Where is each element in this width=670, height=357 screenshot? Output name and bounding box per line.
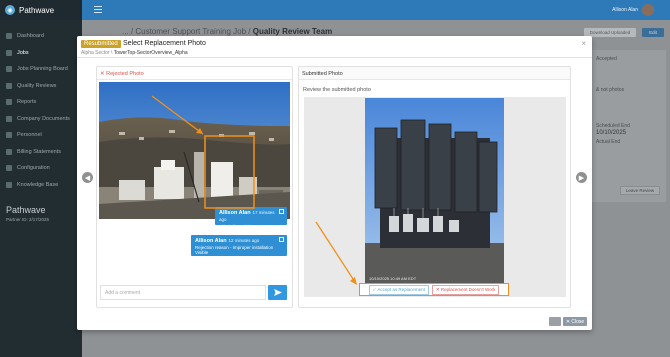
rejected-photo-header: ✕ Rejected Photo (97, 67, 292, 80)
brand[interactable]: ◉ Pathwave (0, 0, 82, 20)
previous-arrow-icon[interactable]: ◀ (82, 172, 93, 183)
actual-end-label: Actual End (596, 139, 621, 145)
comment-author: Allison Alan (195, 238, 227, 244)
hamburger-menu-icon[interactable] (94, 6, 102, 13)
documents-icon (6, 115, 12, 122)
sidebar-item-label: Quality Reviews (17, 82, 57, 89)
rejected-photo[interactable] (99, 82, 290, 219)
replacement-photo-modal: Resubmitted Select Replacement Photo Alp… (77, 36, 592, 330)
modal-title: Select Replacement Photo (123, 40, 206, 47)
sidebar-item-label: Configuration (17, 165, 50, 172)
submitted-photo-header: Submitted Photo (299, 67, 570, 80)
sidebar: ◉ Pathwave Dashboard Jobs Jobs Planning … (0, 0, 82, 357)
leave-review-button[interactable]: Leave Review (620, 186, 660, 195)
edit-icon[interactable] (279, 209, 284, 214)
planning-icon (6, 66, 12, 73)
sidebar-item-reports[interactable]: Reports (0, 94, 82, 111)
comment-time: 12 minutes ago (228, 238, 260, 243)
book-icon (6, 181, 12, 188)
billing-icon (6, 148, 12, 155)
sidebar-footer-title: Pathwave (6, 205, 46, 215)
status-badge: Resubmitted (81, 40, 121, 48)
modal-subtitle-sector: Alpha Sector \ (81, 50, 113, 56)
sidebar-item-label: Billing Statements (17, 148, 62, 155)
close-icon[interactable]: × (581, 39, 586, 48)
sidebar-item-quality-reviews[interactable]: Quality Reviews (0, 78, 82, 95)
edit-icon[interactable] (279, 237, 284, 242)
scheduled-end-date: 10/10/2025 (596, 130, 627, 136)
scheduled-end-label: Scheduled End (596, 123, 630, 129)
sidebar-nav: Dashboard Jobs Jobs Planning Board Quali… (0, 28, 82, 193)
sidebar-item-knowledge-base[interactable]: Knowledge Base (0, 177, 82, 194)
send-button[interactable] (268, 285, 287, 300)
sidebar-footer: Pathwave Partner ID: 2/17/2025 (6, 205, 49, 222)
sidebar-item-label: Jobs Planning Board (17, 66, 68, 73)
submitted-photo[interactable]: 10/10/2025 10:49 AM EDT (365, 98, 504, 284)
personnel-icon (6, 132, 12, 139)
review-instructions: Review the submitted photo (303, 87, 371, 93)
sidebar-item-configuration[interactable]: Configuration (0, 160, 82, 177)
svg-text:10/10/2025 10:49 AM EDT: 10/10/2025 10:49 AM EDT (369, 276, 417, 281)
sidebar-item-label: Reports (17, 99, 37, 106)
comment-author: Allison Alan (219, 210, 251, 216)
sidebar-item-jobs[interactable]: Jobs (0, 45, 82, 62)
modal-subtitle-photo: TowerTop-SectorOverview_Alpha (113, 50, 188, 56)
comment-bubble: Allison Alan 12 minutes ago Rejection re… (191, 235, 287, 256)
submitted-photo-area: 10/10/2025 10:49 AM EDT ✓ Accept as Repl… (304, 97, 566, 297)
sidebar-item-company-documents[interactable]: Company Documents (0, 111, 82, 128)
modal-header: Resubmitted Select Replacement Photo Alp… (77, 36, 592, 58)
brand-name: Pathwave (19, 5, 55, 15)
sidebar-item-jobs-planning-board[interactable]: Jobs Planning Board (0, 61, 82, 78)
comment-bubble: Allison Alan 17 minutes ago This is for … (215, 207, 287, 234)
review-actions: ✓ Accept as Replacement ✕ Replacement Do… (359, 283, 509, 296)
sidebar-item-label: Knowledge Base (17, 181, 59, 188)
sidebar-item-label: Dashboard (17, 33, 44, 40)
sidebar-item-label: Jobs (17, 49, 29, 56)
modal-subtitle: Alpha Sector \ TowerTop-SectorOverview_A… (81, 50, 188, 56)
sidebar-footer-version: Partner ID: 2/17/2025 (6, 217, 50, 222)
sidebar-item-personnel[interactable]: Personnel (0, 127, 82, 144)
minimize-button[interactable] (549, 317, 561, 326)
top-bar: Allison Alan (82, 0, 670, 20)
comment-text: Rejection reason - Improper installation… (195, 245, 274, 255)
dashboard-icon (6, 33, 12, 40)
jobs-icon (6, 49, 12, 56)
gear-icon (6, 165, 12, 172)
user-menu[interactable]: Allison Alan (612, 4, 654, 16)
sidebar-item-billing-statements[interactable]: Billing Statements (0, 144, 82, 161)
quality-icon (6, 82, 12, 89)
next-arrow-icon[interactable]: ▶ (576, 172, 587, 183)
breadcrumb-current: Quality Review Team (252, 27, 333, 36)
submitted-photo-card: Submitted Photo Review the submitted pho… (298, 66, 571, 308)
comment-input[interactable]: Add a comment (100, 285, 266, 300)
avatar (642, 4, 654, 16)
replacement-doesnt-work-button[interactable]: ✕ Replacement Doesn't Work (431, 284, 500, 295)
send-icon (273, 289, 282, 296)
reports-icon (6, 99, 12, 106)
pathwave-logo-icon: ◉ (5, 5, 15, 15)
close-button[interactable]: ✕ Close (563, 317, 587, 326)
rejected-photo-card: ✕ Rejected Photo Allison Alan 17 minutes… (96, 66, 293, 308)
photos-note: & not photos (596, 87, 625, 93)
edit-button[interactable]: Edit (642, 28, 664, 37)
breadcrumb: ... / Customer Support Training Job / Qu… (122, 27, 332, 36)
accept-replacement-button[interactable]: ✓ Accept as Replacement (368, 284, 429, 295)
comment-text: This is for training purposes only (219, 224, 275, 234)
user-name: Allison Alan (612, 7, 638, 13)
sidebar-item-label: Company Documents (17, 115, 70, 122)
sidebar-item-dashboard[interactable]: Dashboard (0, 28, 82, 45)
breadcrumb-prefix: ... / Customer Support Training Job / (122, 27, 251, 36)
accepted-label: Accepted (596, 56, 617, 62)
sidebar-item-label: Personnel (17, 132, 42, 139)
